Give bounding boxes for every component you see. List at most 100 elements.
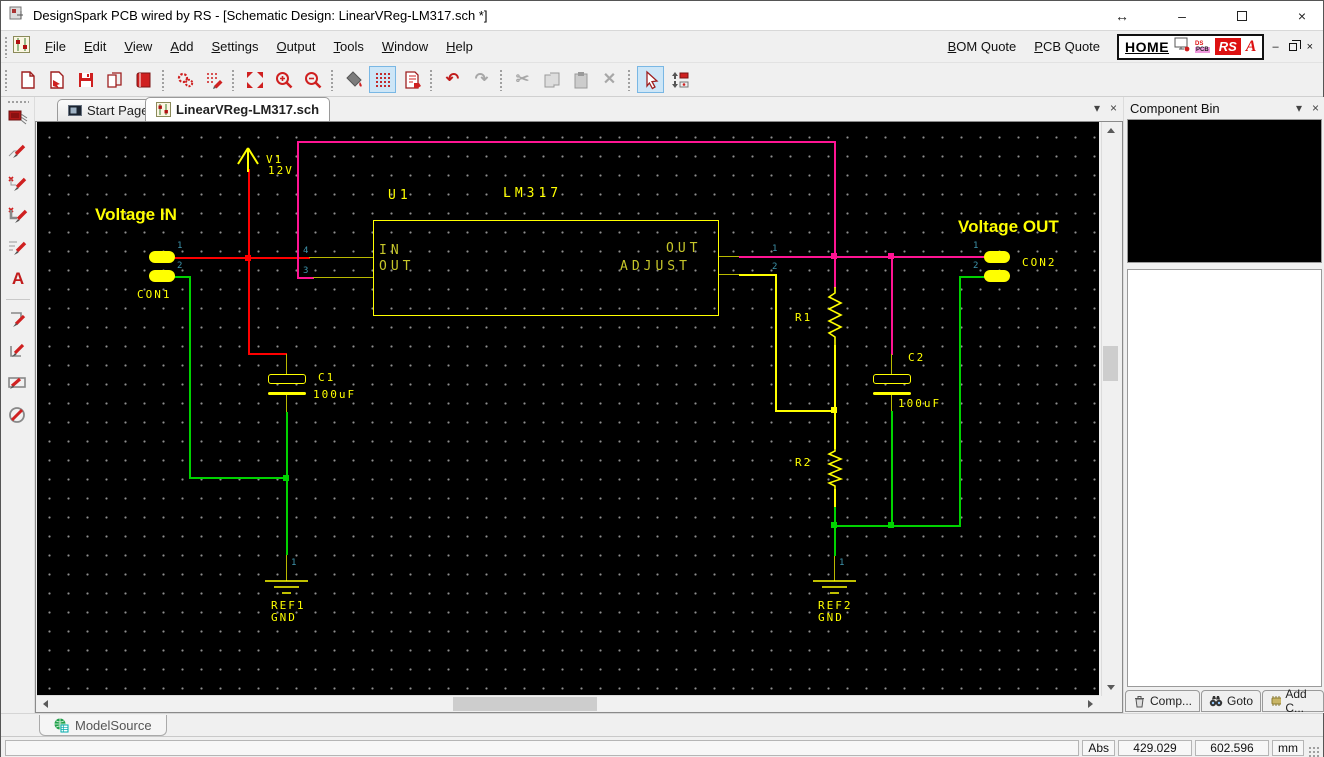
copy-button[interactable] bbox=[538, 66, 565, 93]
menu-edit[interactable]: Edit bbox=[75, 35, 115, 58]
r2-ref-label[interactable]: R2 bbox=[795, 456, 812, 469]
allied-logo[interactable]: A bbox=[1246, 38, 1257, 56]
draw-open-shape-tool[interactable] bbox=[4, 305, 32, 333]
tab-close-icon[interactable]: × bbox=[1110, 101, 1117, 115]
wire-ref2-v[interactable] bbox=[834, 507, 836, 556]
add-wire-tool[interactable] bbox=[4, 137, 32, 165]
wire-pin3-stub[interactable] bbox=[297, 277, 314, 279]
horizontal-scroll-thumb[interactable] bbox=[453, 697, 597, 711]
menu-output[interactable]: Output bbox=[267, 35, 324, 58]
add-open-shape-tool[interactable] bbox=[4, 233, 32, 261]
voltage-in-label[interactable]: Voltage IN bbox=[95, 205, 177, 225]
ref2-gnd-symbol[interactable] bbox=[812, 580, 857, 596]
wire-con2-gnd-v[interactable] bbox=[959, 276, 961, 527]
con2-ref-label[interactable]: CON2 bbox=[1022, 256, 1057, 269]
close-button[interactable]: × bbox=[1289, 5, 1315, 27]
libraries-button[interactable] bbox=[130, 66, 157, 93]
technology-button[interactable] bbox=[171, 66, 198, 93]
scroll-up-icon[interactable] bbox=[1107, 128, 1115, 133]
v1-value-label[interactable]: 12V bbox=[268, 164, 294, 177]
zoom-out-button[interactable] bbox=[299, 66, 326, 93]
wire-gnd1-h[interactable] bbox=[189, 477, 288, 479]
menu-help[interactable]: Help bbox=[437, 35, 482, 58]
panel-dropdown-icon[interactable]: ▾ bbox=[1296, 101, 1302, 115]
tab-add-component[interactable]: Add C... bbox=[1262, 690, 1324, 712]
menu-window[interactable]: Window bbox=[373, 35, 437, 58]
wire-adjust-h1[interactable] bbox=[739, 274, 777, 276]
draw-circle-tool[interactable] bbox=[4, 401, 32, 429]
voltage-out-label[interactable]: Voltage OUT bbox=[958, 217, 1059, 237]
wire-v1-vertical[interactable] bbox=[248, 169, 250, 354]
zoom-extents-button[interactable] bbox=[241, 66, 268, 93]
add-text-tool[interactable]: A bbox=[4, 265, 32, 293]
add-component-tool[interactable] bbox=[4, 105, 32, 133]
zoom-in-button[interactable] bbox=[270, 66, 297, 93]
draw-rectangle-tool[interactable] bbox=[4, 369, 32, 397]
con1-ref-label[interactable]: CON1 bbox=[137, 288, 172, 301]
canvas-horizontal-scrollbar[interactable] bbox=[37, 695, 1099, 711]
mdi-restore-button[interactable] bbox=[1289, 43, 1297, 51]
grid-toggle-button[interactable] bbox=[369, 66, 396, 93]
wire-con1-gnd-v[interactable] bbox=[189, 276, 191, 479]
ref1-gnd-symbol[interactable] bbox=[264, 580, 309, 596]
rs-logo[interactable]: RS bbox=[1215, 38, 1241, 55]
resize-grip[interactable] bbox=[1308, 746, 1320, 757]
add-bus-tool[interactable] bbox=[4, 201, 32, 229]
select-mode-button[interactable] bbox=[637, 66, 664, 93]
draw-closed-shape-tool[interactable] bbox=[4, 337, 32, 365]
panel-close-icon[interactable]: × bbox=[1312, 101, 1319, 115]
menu-add[interactable]: Add bbox=[161, 35, 202, 58]
canvas-vertical-scrollbar[interactable] bbox=[1101, 122, 1118, 696]
c1-value-label[interactable]: 100uF bbox=[313, 388, 356, 401]
monitor-icon[interactable] bbox=[1174, 37, 1190, 57]
menu-settings[interactable]: Settings bbox=[202, 35, 267, 58]
menu-bom-quote[interactable]: BOM Quote bbox=[939, 35, 1026, 58]
minimize-button[interactable]: – bbox=[1169, 5, 1195, 27]
open-button[interactable] bbox=[43, 66, 70, 93]
wire-c1-gnd[interactable] bbox=[286, 412, 288, 555]
sheet-settings-button[interactable] bbox=[398, 66, 425, 93]
add-dangling-wire-tool[interactable] bbox=[4, 169, 32, 197]
tab-goto[interactable]: Goto bbox=[1201, 690, 1261, 712]
mdi-minimize-button[interactable]: – bbox=[1272, 41, 1278, 53]
grid-edit-button[interactable] bbox=[200, 66, 227, 93]
wire-out-top[interactable] bbox=[297, 141, 836, 143]
new-button[interactable] bbox=[14, 66, 41, 93]
con1-pad2[interactable] bbox=[149, 270, 175, 282]
wire-r2-bottom[interactable] bbox=[834, 489, 836, 508]
schematic-canvas[interactable]: V1 12V U1 LM317 IN OUT OUT ADJUST 4 3 1 … bbox=[37, 122, 1099, 696]
tab-document[interactable]: LinearVReg-LM317.sch bbox=[145, 97, 330, 121]
v1-power-symbol[interactable] bbox=[235, 146, 261, 172]
vertical-scroll-thumb[interactable] bbox=[1103, 346, 1118, 381]
toolbar-drag-handle-1[interactable] bbox=[4, 69, 9, 91]
maximize-button[interactable] bbox=[1229, 5, 1255, 27]
r2-symbol[interactable] bbox=[827, 447, 843, 490]
c1-plate-bottom[interactable] bbox=[268, 392, 306, 395]
design-browser-button[interactable] bbox=[101, 66, 128, 93]
con1-pad1[interactable] bbox=[149, 251, 175, 263]
wire-c1-top[interactable] bbox=[248, 353, 287, 355]
c2-value-label[interactable]: 100uF bbox=[898, 397, 941, 410]
scroll-down-icon[interactable] bbox=[1107, 685, 1115, 690]
tab-component-bin[interactable]: Comp... bbox=[1125, 690, 1200, 712]
toolbar-drag-handle-5[interactable] bbox=[429, 69, 434, 91]
toggle-interaction-button[interactable] bbox=[666, 66, 693, 93]
scroll-right-icon[interactable] bbox=[1088, 700, 1093, 708]
c1-plate-top[interactable] bbox=[268, 374, 306, 384]
home-link[interactable]: HOME bbox=[1125, 39, 1169, 55]
tab-list-dropdown-icon[interactable]: ▾ bbox=[1094, 101, 1100, 115]
wire-out-right-drop[interactable] bbox=[834, 141, 836, 288]
c2-ref-label[interactable]: C2 bbox=[908, 351, 925, 364]
wire-out-left-drop[interactable] bbox=[297, 141, 299, 278]
u1-ref-label[interactable]: U1 bbox=[388, 188, 412, 203]
toolbar-drag-handle-4[interactable] bbox=[330, 69, 335, 91]
paste-button[interactable] bbox=[567, 66, 594, 93]
toolbar-drag-handle-7[interactable] bbox=[627, 69, 632, 91]
menu-file[interactable]: File bbox=[36, 35, 75, 58]
menu-pcb-quote[interactable]: PCB Quote bbox=[1025, 35, 1109, 58]
scroll-left-icon[interactable] bbox=[43, 700, 48, 708]
save-button[interactable] bbox=[72, 66, 99, 93]
con2-pad2[interactable] bbox=[984, 270, 1010, 282]
wire-adjust-h2[interactable] bbox=[775, 410, 836, 412]
menu-tools[interactable]: Tools bbox=[325, 35, 373, 58]
